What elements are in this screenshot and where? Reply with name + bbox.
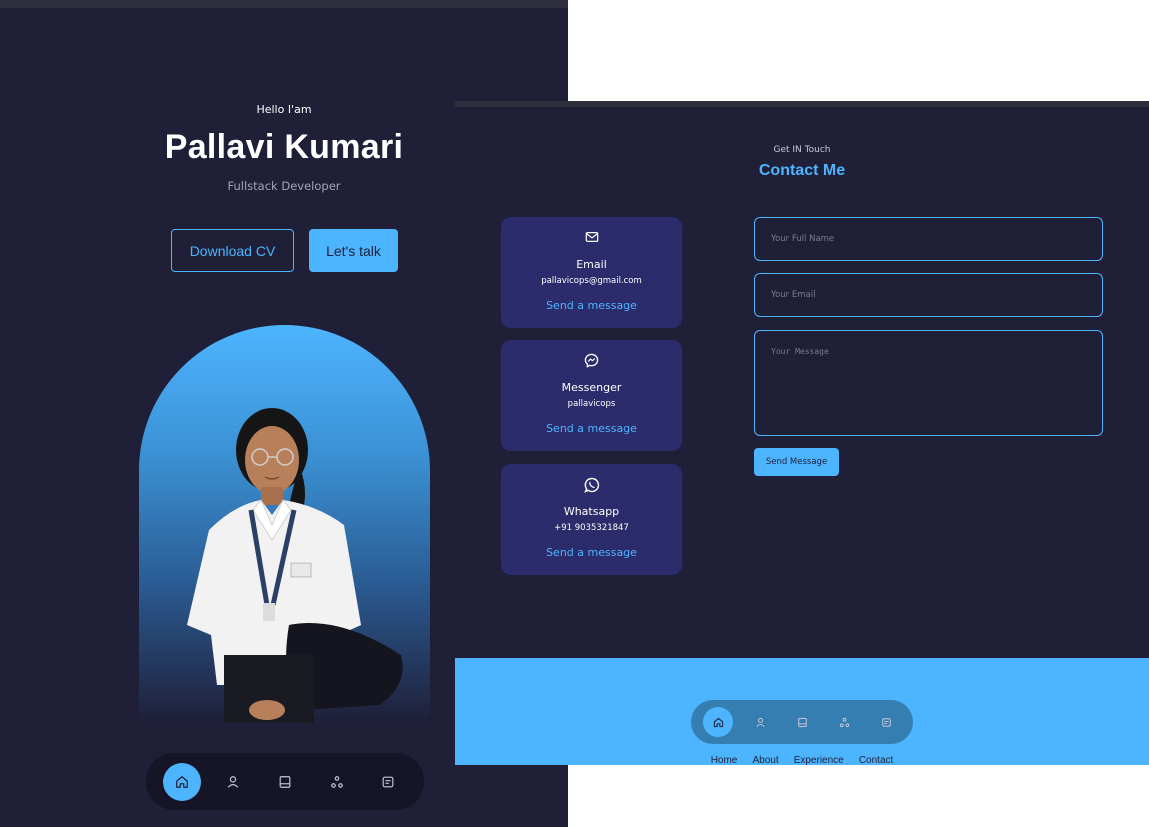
contact-card-value: pallavicops@gmail.com <box>541 276 642 286</box>
contact-card-title: Whatsapp <box>563 505 620 518</box>
contact-title: Contact Me <box>758 162 846 179</box>
contact-card-title: Messenger <box>561 381 622 394</box>
nav-services-button[interactable] <box>318 763 356 801</box>
user-icon <box>228 775 239 788</box>
footer-nav <box>691 700 913 744</box>
message-icon <box>881 717 891 727</box>
browser-top-bar <box>0 0 568 8</box>
message-icon <box>382 776 394 787</box>
nav-experience-button[interactable] <box>266 763 304 801</box>
send-message-button[interactable]: Send Message <box>754 448 839 476</box>
footer-link-home[interactable]: Home <box>711 755 738 766</box>
full-name-input[interactable]: Your Full Name <box>754 217 1103 261</box>
profile-photo-frame <box>139 325 430 723</box>
user-icon <box>755 717 765 727</box>
book-icon <box>279 775 291 788</box>
send-message-link[interactable]: Send a message <box>501 299 682 312</box>
nav-experience-button[interactable] <box>787 707 817 737</box>
footer: Home About Experience Contact <box>455 658 1149 767</box>
nav-about-button[interactable] <box>214 763 252 801</box>
lets-talk-button[interactable]: Let's talk <box>309 229 398 272</box>
contact-card-title: Email <box>576 258 607 271</box>
profile-photo <box>187 408 403 723</box>
messenger-icon <box>584 353 599 368</box>
whatsapp-icon <box>583 477 599 493</box>
contact-card-value: +91 9035321847 <box>554 523 629 533</box>
download-cv-button[interactable]: Download CV <box>171 229 294 272</box>
contact-card-whatsapp[interactable]: Whatsapp +91 9035321847 Send a message <box>501 464 682 575</box>
home-icon <box>713 717 723 727</box>
footer-link-contact[interactable]: Contact <box>859 755 893 766</box>
send-message-link[interactable]: Send a message <box>501 422 682 435</box>
contact-subtitle: Get IN Touch <box>773 145 831 155</box>
contact-card-value: pallavicops <box>567 399 616 409</box>
nav-about-button[interactable] <box>745 707 775 737</box>
floating-nav <box>146 753 424 810</box>
browser-top-bar <box>455 101 1149 107</box>
footer-links: Home About Experience Contact <box>455 748 1149 767</box>
services-icon <box>839 717 849 727</box>
contact-card-email[interactable]: Email pallavicops@gmail.com Send a messa… <box>501 217 682 328</box>
contact-panel: Get IN Touch Contact Me Email pallavicop… <box>455 101 1149 767</box>
services-icon <box>330 775 343 788</box>
home-icon <box>175 775 188 788</box>
email-input[interactable]: Your Email <box>754 273 1103 317</box>
nav-services-button[interactable] <box>829 707 859 737</box>
nav-home-button[interactable] <box>162 762 201 801</box>
nav-home-button[interactable] <box>703 707 733 737</box>
nav-contact-button[interactable] <box>369 763 407 801</box>
nav-contact-button[interactable] <box>871 707 901 737</box>
footer-link-experience[interactable]: Experience <box>794 755 844 766</box>
send-message-link[interactable]: Send a message <box>501 546 682 559</box>
screenshot-canvas: Hello I'am Pallavi Kumari Fullstack Deve… <box>0 0 1149 827</box>
message-textarea[interactable]: Your Message <box>754 330 1103 436</box>
email-icon <box>585 232 598 242</box>
book-icon <box>797 717 807 727</box>
contact-card-messenger[interactable]: Messenger pallavicops Send a message <box>501 340 682 451</box>
footer-link-about[interactable]: About <box>752 755 778 766</box>
